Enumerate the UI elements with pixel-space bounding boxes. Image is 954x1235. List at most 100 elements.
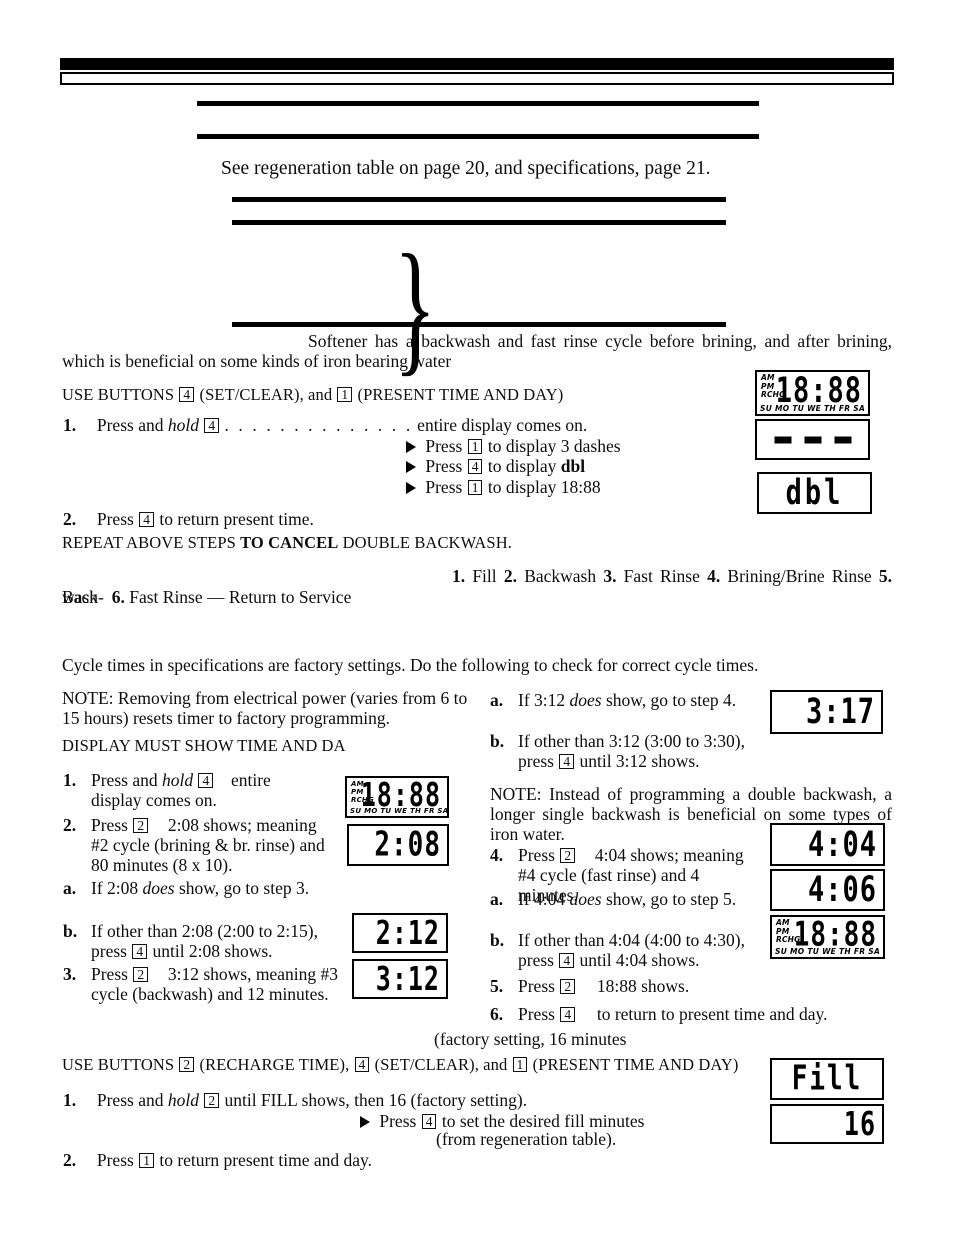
cc-right-step-6-number: 6.	[490, 1004, 504, 1024]
db-bullet-2-press: Press	[425, 456, 463, 476]
cc-left-step-1-pre: Press and	[91, 770, 158, 790]
intro-line: See regeneration table on page 20, and s…	[221, 158, 711, 179]
button-1-caption: (PRESENT TIME AND DAY)	[357, 385, 564, 404]
cycle-item-6-label: Fast Rinse — Return to Service	[129, 587, 352, 607]
lcd-display-208: 2:08	[347, 824, 449, 866]
softener-note-text: Softener has a backwash and fast rinse c…	[62, 331, 892, 371]
cc-left-step-2-number: 2.	[63, 815, 77, 835]
button-4-icon[interactable]: 4	[559, 953, 575, 968]
cc-left-step-3: Press 2 3:12 shows, meaning #3 cycle (ba…	[91, 964, 347, 1004]
db-step-1: 1. Press and hold 4 . . . . . . . . . . …	[63, 415, 587, 436]
button-4-icon[interactable]: 4	[198, 773, 214, 788]
button-4-icon[interactable]: 4	[204, 418, 220, 433]
cc-right-step-a1: If 3:12 does show, go to step 4.	[518, 690, 736, 711]
button-4-icon[interactable]: 4	[179, 387, 195, 402]
use-buttons-label: USE BUTTONS	[62, 385, 175, 404]
cc-right-a2-ital: does	[569, 889, 602, 909]
triangle-bullet-icon	[406, 441, 416, 453]
cc-left-b1-post: until 2:08 shows.	[152, 941, 273, 961]
button-2-icon[interactable]: 2	[560, 848, 576, 863]
factory-setting-note: (factory setting, 16 minutes	[434, 1029, 627, 1049]
button-1-icon[interactable]: 1	[467, 480, 483, 495]
lcd-digits: dbl	[785, 472, 844, 514]
softener-note: Softener has a backwash and fast rinse c…	[62, 331, 892, 371]
db-step-2-pre: Press	[96, 509, 134, 529]
db-step-1-post: entire display comes on.	[417, 415, 588, 435]
lcd-display-dashes	[755, 419, 870, 460]
fill-use-buttons-label: USE BUTTONS	[62, 1055, 175, 1074]
button-2-icon[interactable]: 2	[133, 818, 149, 833]
fill-step-2: 2. Press 1 to return present time and da…	[63, 1150, 372, 1171]
rule-sub-bottom	[232, 220, 726, 225]
cycle-item-6-number: 6.	[111, 587, 125, 607]
cc-right-step-a1-number: a.	[490, 690, 504, 710]
button-2-icon[interactable]: 2	[204, 1093, 220, 1108]
cc-left-step-2-pre: Press	[91, 815, 128, 835]
cc-left-a1-ital: does	[142, 878, 175, 898]
button-2-icon[interactable]: 2	[560, 979, 576, 994]
note-power-loss: NOTE: Removing from electrical power (va…	[62, 688, 468, 728]
button-1-icon[interactable]: 1	[139, 1153, 154, 1168]
db-step-1-pre: Press and	[96, 415, 164, 435]
fill-step-2-number: 2.	[63, 1150, 77, 1170]
cc-right-a2-pre: If 4:04	[518, 889, 566, 909]
button-1-icon[interactable]: 1	[512, 1057, 528, 1072]
cycle-item-3-label: Fast Rinse	[623, 566, 700, 586]
cycle-item-2-number: 2.	[503, 566, 517, 586]
triangle-bullet-icon	[406, 461, 416, 473]
cc-left-step-3-pre: Press	[91, 964, 128, 984]
button-4-icon[interactable]: 4	[139, 512, 154, 527]
button-4-icon[interactable]: 4	[354, 1057, 370, 1072]
cycle-item-5-number: 5.	[878, 566, 893, 586]
cycle-item-3-number: 3.	[603, 566, 617, 586]
cc-right-step-6-pre: Press	[518, 1004, 555, 1024]
lcd-digits: 4:06	[807, 869, 877, 911]
button-4-icon[interactable]: 4	[421, 1114, 437, 1129]
cycle-item-4-label: Brining/Brine Rinse	[727, 566, 872, 586]
cc-left-step-1: Press and hold 4 entire display comes on…	[91, 770, 296, 810]
lcd-display-1888-right: AM PM RCHG 18:88 SU MO TU WE TH FR SA	[770, 915, 885, 959]
lcd-day-indicators: SU MO TU WE TH FR SA	[760, 404, 866, 413]
db-bullet-2-text: to display	[487, 456, 557, 476]
cc-right-step-4-number: 4.	[490, 845, 504, 865]
cc-right-step-5-pre: Press	[518, 976, 555, 996]
fill-bullet-press: Press	[379, 1111, 417, 1131]
fill-step-2-post: to return present time and day.	[159, 1150, 373, 1170]
db-step-1-leader: . . . . . . . . . . . . . .	[224, 415, 413, 435]
cc-right-a2-post: show, go to step 5.	[605, 889, 737, 909]
cc-right-a1-post: show, go to step 4.	[605, 690, 737, 710]
button-2-icon[interactable]: 2	[133, 967, 149, 982]
db-step-2-post: to return present time.	[159, 509, 314, 529]
cc-left-step-a1-number: a.	[63, 878, 77, 898]
rule-sub-top	[232, 197, 726, 202]
lcd-digits: 16	[843, 1105, 876, 1143]
lcd-digits: 3:12	[375, 960, 440, 998]
fill-bullet-text: to set the desired fill minutes	[441, 1111, 645, 1131]
cc-left-step-2: Press 2 2:08 shows; meaning #2 cycle (br…	[91, 815, 331, 875]
fill-button-4-caption: (SET/CLEAR), and	[374, 1055, 508, 1074]
db-repeat-post: DOUBLE BACKWASH.	[342, 533, 512, 552]
button-1-icon[interactable]: 1	[467, 439, 483, 454]
document-page: See regeneration table on page 20, and s…	[0, 0, 954, 1235]
button-4-icon[interactable]: 4	[132, 944, 148, 959]
button-1-icon[interactable]: 1	[337, 387, 353, 402]
double-backwash-use-buttons: USE BUTTONS 4 (SET/CLEAR), and 1 (PRESEN…	[62, 385, 563, 405]
lcd-display-16: 16	[770, 1104, 884, 1144]
db-repeat-pre: REPEAT ABOVE STEPS	[62, 533, 236, 552]
fill-use-buttons: USE BUTTONS 2 (RECHARGE TIME), 4 (SET/CL…	[62, 1055, 739, 1075]
button-4-icon[interactable]: 4	[559, 754, 575, 769]
cc-right-a1-pre: If 3:12	[518, 690, 566, 710]
lcd-digits: 2:12	[375, 914, 440, 952]
cycle-item-2-label: Backwash	[524, 566, 597, 586]
cc-right-step-b2-number: b.	[490, 930, 505, 950]
cc-left-a1-pre: If 2:08	[91, 878, 139, 898]
cc-right-step-6-post: to return to present time and day.	[596, 1004, 828, 1024]
button-2-icon[interactable]: 2	[179, 1057, 195, 1072]
button-4-icon[interactable]: 4	[560, 1007, 576, 1022]
lcd-display-fill: Fill	[770, 1058, 884, 1100]
cc-left-step-b1-number: b.	[63, 921, 78, 941]
button-4-icon[interactable]: 4	[467, 459, 483, 474]
cycle-item-1-number: 1.	[452, 566, 466, 586]
db-repeat-line: REPEAT ABOVE STEPS TO CANCEL DOUBLE BACK…	[62, 533, 512, 553]
cycle-cont-word: wash	[62, 587, 98, 607]
